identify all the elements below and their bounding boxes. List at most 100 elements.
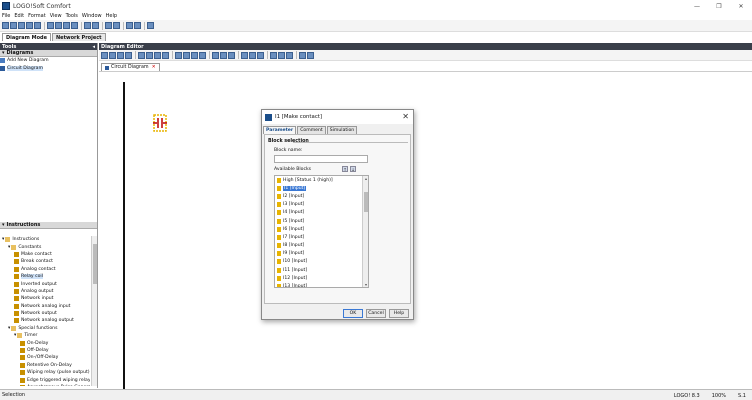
close-window-button[interactable]: ✕ (730, 0, 752, 12)
online-test-tool-icon[interactable] (162, 51, 169, 59)
collapse-icon[interactable]: ▾ (2, 50, 5, 56)
maximize-button[interactable]: ❐ (708, 0, 730, 12)
constants-tool-icon[interactable] (117, 51, 124, 59)
menu-edit[interactable]: Edit (14, 13, 24, 19)
available-block-item[interactable]: I8 [Input] (275, 242, 368, 250)
sort-ascending-icon[interactable]: ↑ (342, 166, 348, 172)
tree-item[interactable]: Break contact (0, 258, 90, 265)
special-functions-icon[interactable] (138, 51, 145, 59)
tree-item[interactable]: Relay coil (0, 273, 90, 280)
menu-help[interactable]: Help (106, 13, 117, 19)
transfer-logo-to-pc-icon[interactable] (113, 22, 120, 29)
pin-icon[interactable]: ◂ (92, 44, 95, 50)
expand-icon[interactable]: ▾ (2, 237, 4, 242)
tree-item[interactable]: Edge triggered wiping relay (0, 376, 90, 383)
circuit-diagram-item[interactable]: Circuit Diagram (0, 64, 97, 71)
available-block-item[interactable]: I2 [Input] (275, 192, 368, 200)
align-top-icon[interactable] (199, 51, 206, 59)
tab-simulation[interactable]: Simulation (326, 126, 358, 134)
available-block-item[interactable]: I7 [Input] (275, 233, 368, 241)
align-left-icon[interactable] (175, 51, 182, 59)
tree-folder[interactable]: ▾ Instructions (0, 236, 90, 243)
tab-parameter[interactable]: Parameter (263, 126, 297, 134)
paste-icon[interactable] (63, 22, 70, 29)
highlight-icon[interactable] (270, 51, 277, 59)
copy-icon[interactable] (55, 22, 62, 29)
scrollbar-thumb[interactable] (364, 192, 368, 212)
block-name-input[interactable] (274, 155, 368, 163)
tree-item[interactable]: Analog output (0, 288, 90, 295)
available-blocks-list[interactable]: High [Status 1 (high)] I1 [Input] I2 [Inpu… (274, 175, 369, 288)
diagram-canvas[interactable] (99, 71, 752, 392)
network-config-icon[interactable] (307, 51, 314, 59)
tree-item[interactable]: Retentive On-Delay (0, 362, 90, 369)
block-properties-icon[interactable] (286, 51, 293, 59)
zoom-out-icon[interactable] (249, 51, 256, 59)
menu-format[interactable]: Format (28, 13, 46, 19)
available-block-item[interactable]: I11 [Input] (275, 266, 368, 274)
tree-folder[interactable]: ▾ Timer (0, 332, 90, 339)
circuit-diagram-tab[interactable]: Circuit Diagram ✕ (101, 63, 160, 71)
undo-icon[interactable] (84, 22, 91, 29)
collapse-icon[interactable]: ▾ (2, 222, 5, 228)
zoom-fit-icon[interactable] (257, 51, 264, 59)
diagrams-section-header[interactable]: ▾ Diagrams (0, 50, 97, 57)
delete-icon[interactable] (71, 22, 78, 29)
ok-button[interactable]: OK (343, 309, 363, 318)
tab-comment[interactable]: Comment (297, 126, 326, 134)
simulation-mode-icon[interactable] (154, 51, 161, 59)
add-new-diagram-item[interactable]: Add New Diagram (0, 57, 97, 64)
overview-icon[interactable] (278, 51, 285, 59)
dialog-close-button[interactable]: ✕ (402, 112, 409, 121)
open-folder-icon[interactable] (18, 22, 25, 29)
instructions-section-header[interactable]: ▾ Instructions (0, 222, 97, 229)
tree-item[interactable]: On-Delay (0, 339, 90, 346)
tree-item[interactable]: Make contact (0, 251, 90, 258)
scroll-up-icon[interactable]: ▴ (363, 176, 368, 181)
tree-item[interactable]: Wiping relay (pulse output) (0, 369, 90, 376)
available-block-item[interactable]: I9 [Input] (275, 250, 368, 258)
menu-view[interactable]: View (50, 13, 62, 19)
connect-tool-icon[interactable] (109, 51, 116, 59)
menu-tools[interactable]: Tools (66, 13, 78, 19)
zoom-in-icon[interactable] (241, 51, 248, 59)
grid-icon[interactable] (228, 51, 235, 59)
expand-icon[interactable]: ▾ (8, 326, 10, 331)
selection-tool-icon[interactable] (101, 51, 108, 59)
expand-icon[interactable]: ▾ (14, 333, 16, 338)
make-contact-block-icon[interactable] (153, 114, 167, 132)
tree-item[interactable]: Analog contact (0, 266, 90, 273)
tree-item[interactable]: On-/Off-Delay (0, 354, 90, 361)
minimize-button[interactable]: — (686, 0, 708, 12)
tree-item[interactable]: Network analog output (0, 317, 90, 324)
tree-item[interactable]: Off-Delay (0, 347, 90, 354)
open-file-icon[interactable] (10, 22, 17, 29)
tab-network-project[interactable]: Network Project (52, 33, 106, 41)
cut-icon[interactable] (47, 22, 54, 29)
close-tab-icon[interactable]: ✕ (152, 65, 156, 70)
available-block-item[interactable]: I3 [Input] (275, 201, 368, 209)
save-icon[interactable] (26, 22, 33, 29)
sort-descending-icon[interactable]: ↓ (350, 166, 356, 172)
available-block-item[interactable]: High [Status 1 (high)] (275, 176, 368, 184)
tree-item[interactable]: Network input (0, 295, 90, 302)
scroll-down-icon[interactable]: ▾ (363, 282, 368, 287)
menu-file[interactable]: File (2, 13, 10, 19)
expand-icon[interactable]: ▾ (8, 245, 10, 250)
align-center-icon[interactable] (183, 51, 190, 59)
cut-connection-icon[interactable] (146, 51, 153, 59)
help-button[interactable]: Help (389, 309, 409, 318)
tree-item[interactable]: Inverted output (0, 280, 90, 287)
available-block-item[interactable]: I13 [Input] (275, 282, 368, 287)
page-layout-icon[interactable] (212, 51, 219, 59)
scrollbar-thumb[interactable] (93, 244, 97, 284)
split-view-icon[interactable] (220, 51, 227, 59)
simulation-icon[interactable] (134, 22, 141, 29)
tree-item[interactable]: Network analog input (0, 303, 90, 310)
available-block-item[interactable]: I4 [Input] (275, 209, 368, 217)
instructions-scrollbar[interactable] (91, 236, 97, 386)
print-icon[interactable] (34, 22, 41, 29)
available-block-item[interactable]: I1 [Input] (275, 184, 368, 192)
blocks-list-scrollbar[interactable]: ▴ ▾ (362, 176, 368, 287)
tree-folder[interactable]: ▾ Special functions (0, 325, 90, 332)
